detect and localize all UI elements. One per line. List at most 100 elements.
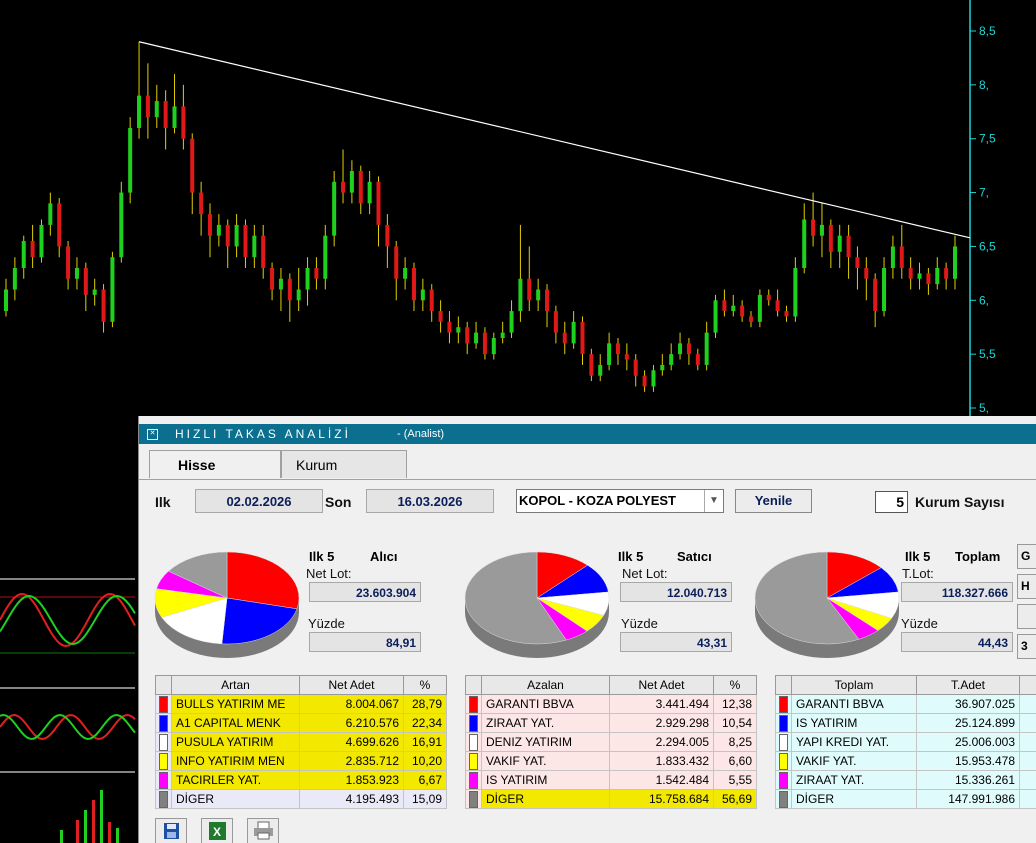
buyer-head-b: Alıcı [370, 549, 398, 564]
table-row[interactable]: IS YATIRIM 25.124.899 9 [775, 713, 1036, 733]
volume-bar [76, 820, 79, 843]
total-lot-label: T.Lot: [902, 566, 934, 581]
column-header[interactable]: % [403, 675, 447, 695]
candle-body [332, 181, 337, 236]
start-date-field[interactable]: 02.02.2026 [195, 489, 323, 513]
chevron-down-icon[interactable]: ▼ [704, 490, 723, 512]
candle-body [500, 332, 505, 338]
table-row[interactable]: TACIRLER YAT. 1.853.923 6,67 [155, 770, 447, 790]
quantity-cell: 4.699.626 [299, 732, 404, 752]
color-swatch [469, 752, 478, 770]
percent-cell: 5 [1019, 770, 1036, 790]
candle-body [926, 273, 931, 285]
candle-body [48, 203, 53, 225]
table-row[interactable]: DİGER 147.991.986 55 [775, 789, 1036, 809]
candle-body [101, 289, 106, 322]
candle-body [775, 300, 780, 312]
side-button-3[interactable] [1017, 604, 1036, 629]
table-row[interactable]: DİGER 4.195.493 15,09 [155, 789, 447, 809]
candle-body [802, 219, 807, 268]
table-row[interactable]: YAPI KREDI YAT. 25.006.003 9 [775, 732, 1036, 752]
candle-body [811, 219, 816, 236]
broker-name: GARANTI BBVA [481, 694, 610, 714]
candle-body [749, 316, 754, 322]
color-swatch-cell [155, 770, 172, 790]
refresh-button[interactable]: Yenile [735, 489, 812, 513]
table-row[interactable]: ZIRAAT YAT. 15.336.261 5 [775, 770, 1036, 790]
total-pct-label: Yüzde [901, 616, 938, 631]
table-row[interactable]: DENIZ YATIRIM 2.294.005 8,25 [465, 732, 757, 752]
color-swatch-cell [775, 751, 792, 771]
color-swatch-cell [465, 732, 482, 752]
column-header[interactable]: Azalan [481, 675, 610, 695]
percent-cell: 56,69 [713, 789, 757, 809]
percent-cell: 55 [1019, 789, 1036, 809]
percent-cell: 10,54 [713, 713, 757, 733]
swatch-header [465, 675, 482, 695]
column-header[interactable]: Net Adet [299, 675, 404, 695]
table-row[interactable]: INFO YATIRIM MEN 2.835.712 10,20 [155, 751, 447, 771]
percent-cell: 5 [1019, 751, 1036, 771]
close-icon[interactable]: ✕ [147, 429, 158, 440]
candle-body [376, 181, 381, 225]
table-row[interactable]: VAKIF YAT. 1.833.432 6,60 [465, 751, 757, 771]
swatch-header [155, 675, 172, 695]
table-row[interactable]: BULLS YATIRIM ME 8.004.067 28,79 [155, 694, 447, 714]
column-header[interactable]: Toplam [791, 675, 917, 695]
tab-kurum[interactable]: Kurum [281, 450, 407, 478]
symbol-select-value: KOPOL - KOZA POLYEST [519, 493, 676, 508]
side-button-g[interactable]: G [1017, 544, 1036, 569]
column-header[interactable]: % [713, 675, 757, 695]
candle-body [278, 278, 283, 290]
column-header[interactable]: Net Adet [609, 675, 714, 695]
candle-body [873, 278, 878, 312]
table-row[interactable]: A1 CAPITAL MENK 6.210.576 22,34 [155, 713, 447, 733]
candle-body [766, 294, 771, 301]
candle-body [651, 370, 656, 387]
table-row[interactable]: VAKIF YAT. 15.953.478 5 [775, 751, 1036, 771]
column-header[interactable]: Artan [171, 675, 300, 695]
buyer-pie-chart [154, 551, 300, 658]
candle-body [624, 354, 629, 360]
broker-name: VAKIF YAT. [481, 751, 610, 771]
quantity-cell: 1.853.923 [299, 770, 404, 790]
excel-export-button[interactable]: X [201, 818, 233, 843]
table-row[interactable]: GARANTI BBVA 36.907.025 13 [775, 694, 1036, 714]
end-date-field[interactable]: 16.03.2026 [366, 489, 494, 513]
column-header[interactable]: % [1019, 675, 1036, 695]
side-button-h[interactable]: H [1017, 574, 1036, 599]
kurum-count-input[interactable]: 5 [875, 491, 908, 513]
candle-body [145, 95, 150, 118]
column-header[interactable]: T.Adet [916, 675, 1020, 695]
candle-body [4, 289, 8, 312]
candle-body [740, 305, 745, 317]
side-button-4[interactable]: 3 [1017, 634, 1036, 659]
color-swatch-cell [155, 732, 172, 752]
quantity-cell: 25.124.899 [916, 713, 1020, 733]
candle-body [491, 337, 496, 355]
table-row[interactable]: PUSULA YATIRIM 4.699.626 16,91 [155, 732, 447, 752]
color-swatch [779, 771, 788, 789]
save-button[interactable] [155, 818, 187, 843]
candle-body [385, 224, 390, 247]
candle-body [722, 300, 727, 312]
candle-body [509, 311, 514, 333]
buyer-head-a: Ilk 5 [309, 549, 335, 564]
candle-body [615, 343, 620, 355]
color-swatch [159, 771, 168, 789]
candle-body [536, 289, 541, 301]
buyer-pct-value: 84,91 [309, 632, 421, 652]
tab-hisse[interactable]: Hisse [149, 450, 281, 478]
oscillator-line-green [0, 594, 136, 645]
trend-line [138, 41, 971, 239]
table-row[interactable]: ZIRAAT YAT. 2.929.298 10,54 [465, 713, 757, 733]
print-button[interactable] [247, 818, 279, 843]
table-row[interactable]: IS YATIRIM 1.542.484 5,55 [465, 770, 757, 790]
candle-body [846, 235, 851, 258]
quantity-cell: 25.006.003 [916, 732, 1020, 752]
symbol-select[interactable]: KOPOL - KOZA POLYEST ▼ [516, 489, 724, 513]
table-row[interactable]: DİGER 15.758.684 56,69 [465, 789, 757, 809]
table-row[interactable]: GARANTI BBVA 3.441.494 12,38 [465, 694, 757, 714]
broker-name: IS YATIRIM [481, 770, 610, 790]
seller-pie-chart [464, 551, 610, 658]
